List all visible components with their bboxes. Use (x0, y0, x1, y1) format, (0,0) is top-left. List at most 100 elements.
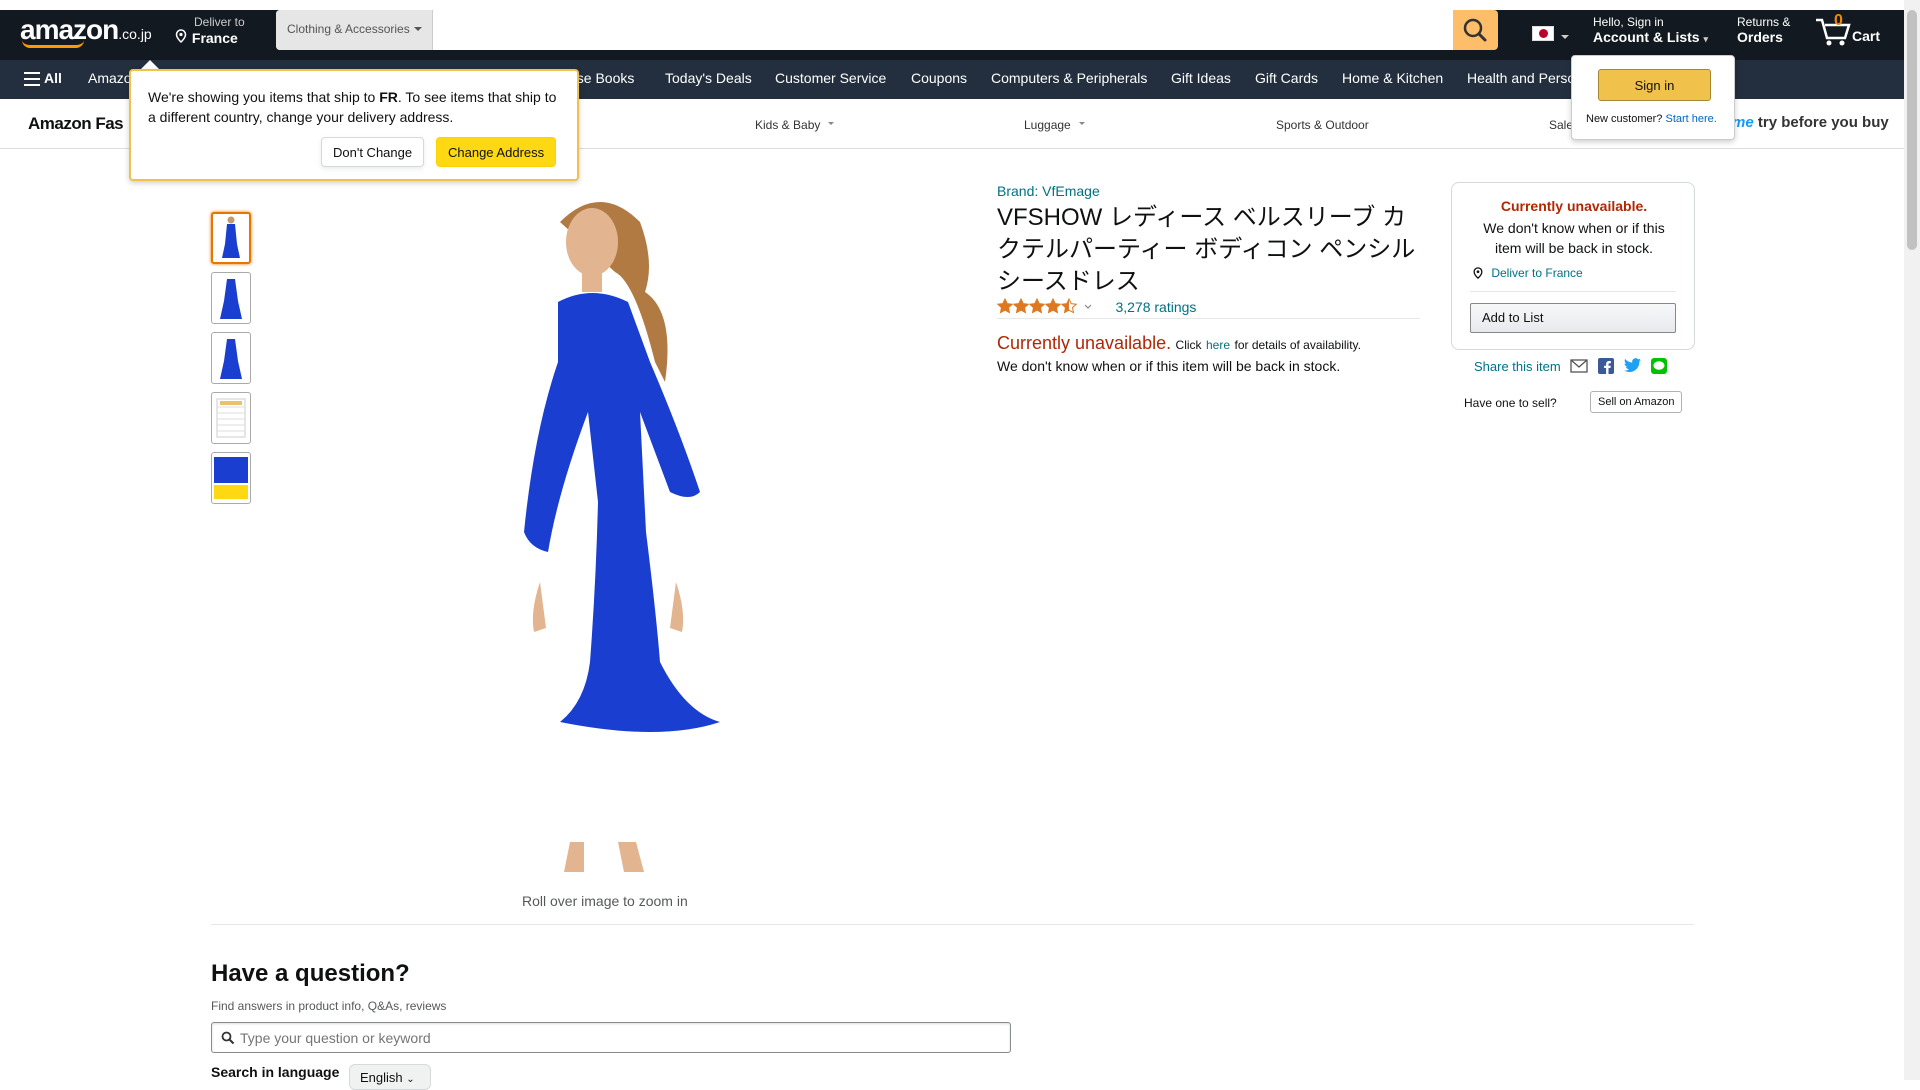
hand-shape (532, 582, 546, 632)
nav-item-home-kitchen[interactable]: Home & Kitchen (1342, 70, 1443, 86)
search-input[interactable] (434, 10, 1464, 50)
signin-button[interactable]: Sign in (1598, 69, 1711, 101)
new-customer-text: New customer? (1586, 113, 1663, 125)
nav-item-health[interactable]: Health and Perso (1467, 70, 1575, 86)
subnav-luggage[interactable]: Luggage (1024, 118, 1085, 132)
returns-orders[interactable]: Returns & Orders (1737, 15, 1790, 45)
nav-item-customer-service[interactable]: Customer Service (775, 70, 886, 86)
thumbnail-5[interactable] (211, 452, 251, 504)
sell-on-amazon-button[interactable]: Sell on Amazon (1590, 391, 1682, 413)
search-icon (221, 1031, 235, 1045)
thumbnail-3[interactable] (211, 332, 251, 384)
brand-link[interactable]: Brand: VfEmage (997, 183, 1100, 199)
cart-label: Cart (1852, 28, 1881, 44)
dress-thumbnail-icon (220, 339, 242, 379)
hand-shape (670, 582, 684, 632)
location-pin-icon (1473, 267, 1483, 280)
question-heading: Have a question? (211, 960, 410, 987)
buybox-unavailable: Currently unavailable. (1500, 198, 1648, 214)
japan-flag-icon[interactable] (1532, 26, 1554, 41)
zoom-hint: Roll over image to zoom in (522, 893, 688, 909)
divider (997, 318, 1420, 319)
nav-item-gift-ideas[interactable]: Gift Ideas (1171, 70, 1231, 86)
deliver-to[interactable]: Deliver to France (174, 15, 245, 46)
size-chart-icon (216, 398, 246, 438)
click-text: Click (1175, 338, 1202, 352)
rating-row: 3,278 ratings (996, 297, 1196, 316)
caret-down-icon: ▾ (1703, 34, 1708, 44)
deliver-label: Deliver to (194, 15, 245, 29)
twitter-icon[interactable] (1623, 358, 1642, 373)
account-lists[interactable]: Hello, Sign in Account & Lists ▾ (1593, 15, 1708, 45)
detail-thumbnail-icon (214, 457, 248, 499)
nav-item-gift-cards[interactable]: Gift Cards (1255, 70, 1318, 86)
logo-tld: .co.jp (118, 26, 152, 42)
share-label[interactable]: Share this item (1474, 359, 1561, 374)
star-rating-icon[interactable] (996, 297, 1097, 316)
subnav-sale[interactable]: Sale (1549, 118, 1573, 132)
divider (1470, 291, 1676, 292)
search-button[interactable] (1453, 10, 1498, 50)
email-icon[interactable] (1570, 359, 1588, 373)
logo-smile-icon (22, 40, 84, 48)
nav-all[interactable]: All (44, 70, 62, 86)
thumbnail-4[interactable] (211, 392, 251, 444)
unavailable-text: Currently unavailable. (997, 333, 1172, 353)
availability-here-link[interactable]: here (1206, 338, 1230, 352)
share-row: Share this item (1474, 358, 1668, 374)
start-here-link[interactable]: Start here. (1665, 113, 1716, 125)
caret-down-icon (1561, 35, 1569, 43)
buybox-message: We don't know when or if this item will … (1483, 220, 1665, 256)
thumbnail-2[interactable] (211, 272, 251, 324)
search-category-select[interactable]: Clothing & Accessories (276, 10, 433, 50)
add-to-list-button[interactable]: Add to List (1470, 303, 1676, 333)
caret-down-icon (828, 122, 835, 128)
legs-shape (564, 842, 644, 872)
prime-text: me (1732, 114, 1754, 131)
subnav-kids-baby[interactable]: Kids & Baby (755, 118, 835, 132)
nav-item-todays-deals[interactable]: Today's Deals (665, 70, 752, 86)
store-title[interactable]: Amazon Fas (28, 114, 124, 134)
caret-down-icon (413, 27, 422, 35)
prime-promo[interactable]: me try before you buy (1732, 114, 1889, 131)
nav-item-computers[interactable]: Computers & Peripherals (991, 70, 1147, 86)
subnav-label: Luggage (1024, 118, 1071, 132)
language-select[interactable]: English ⌄ (349, 1064, 431, 1090)
search-bar: Clothing & Accessories (276, 10, 1465, 50)
details-text: for details of availability. (1234, 338, 1361, 352)
ratings-count-link[interactable]: 3,278 ratings (1115, 299, 1196, 315)
product-main-image[interactable] (440, 182, 770, 882)
language-label: Search in language (211, 1064, 340, 1080)
dress-thumbnail-icon (220, 279, 242, 319)
have-one-text: Have one to sell? (1464, 396, 1557, 410)
top-header: amazon.co.jp Deliver to France Clothing … (0, 10, 1904, 60)
dont-change-button[interactable]: Don't Change (321, 137, 425, 167)
cart-count: 0 (1834, 12, 1843, 29)
thumbnail-1[interactable] (211, 212, 251, 264)
language-value: English (360, 1070, 403, 1085)
dress-thumbnail-icon (222, 216, 240, 258)
popover-text-1: We're showing you items that ship to (148, 89, 380, 105)
neck-shape (582, 270, 602, 292)
backstock-text: We don't know when or if this item will … (997, 358, 1341, 374)
caret-down-icon (1078, 122, 1085, 128)
facebook-icon[interactable] (1597, 358, 1614, 374)
line-icon[interactable] (1651, 358, 1668, 374)
signin-flyout: Sign in New customer? Start here. (1571, 55, 1735, 140)
buy-box: Currently unavailable. We don't know whe… (1451, 182, 1695, 350)
nav-item-coupons[interactable]: Coupons (911, 70, 967, 86)
scrollbar-thumb[interactable] (1907, 10, 1917, 250)
hamburger-menu-icon[interactable] (24, 72, 40, 86)
popover-country: FR (379, 89, 398, 105)
location-pin-icon (175, 29, 187, 43)
subnav-sports-outdoor[interactable]: Sports & Outdoor (1276, 118, 1369, 132)
change-address-button[interactable]: Change Address (436, 137, 557, 167)
face-shape (566, 208, 618, 276)
dress-shape (524, 293, 720, 732)
account-label: Account & Lists (1593, 29, 1700, 45)
buybox-deliver-link[interactable]: Deliver to France (1472, 266, 1583, 280)
account-greeting: Hello, Sign in (1593, 15, 1664, 29)
cart[interactable]: 0 Cart (1814, 12, 1884, 52)
question-search-input[interactable] (240, 1026, 1000, 1050)
availability-block: Currently unavailable. Click here for de… (997, 333, 1361, 374)
